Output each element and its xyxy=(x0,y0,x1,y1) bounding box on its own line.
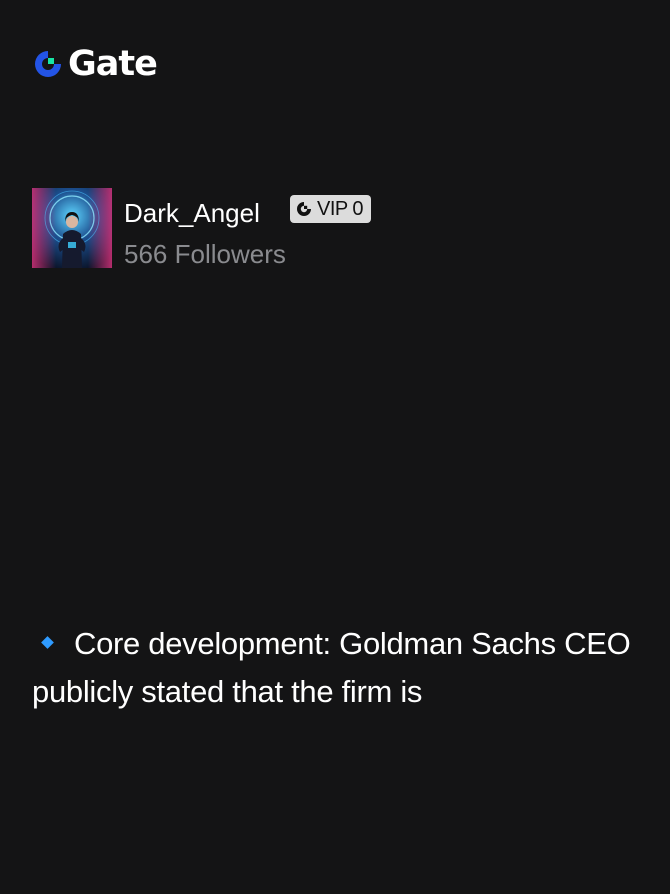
gate-logo-text: Gate xyxy=(68,44,158,84)
blue-diamond-icon xyxy=(41,636,54,650)
vip-level: VIP 0 xyxy=(317,198,364,220)
vip-badge: VIP 0 xyxy=(290,195,372,223)
follower-count: 566 Followers xyxy=(124,239,286,269)
post-content: Core development: Goldman Sachs CEO publ… xyxy=(32,620,632,716)
author-profile[interactable]: Dark_Angel VIP 0 566 Followers xyxy=(32,188,632,269)
author-name[interactable]: Dark_Angel xyxy=(124,197,260,229)
gate-vip-icon xyxy=(297,202,311,216)
gate-logo: Gate xyxy=(32,44,158,84)
gate-logo-icon xyxy=(35,51,61,77)
avatar[interactable] xyxy=(32,188,112,268)
post-text: Core development: Goldman Sachs CEO publ… xyxy=(32,626,631,709)
